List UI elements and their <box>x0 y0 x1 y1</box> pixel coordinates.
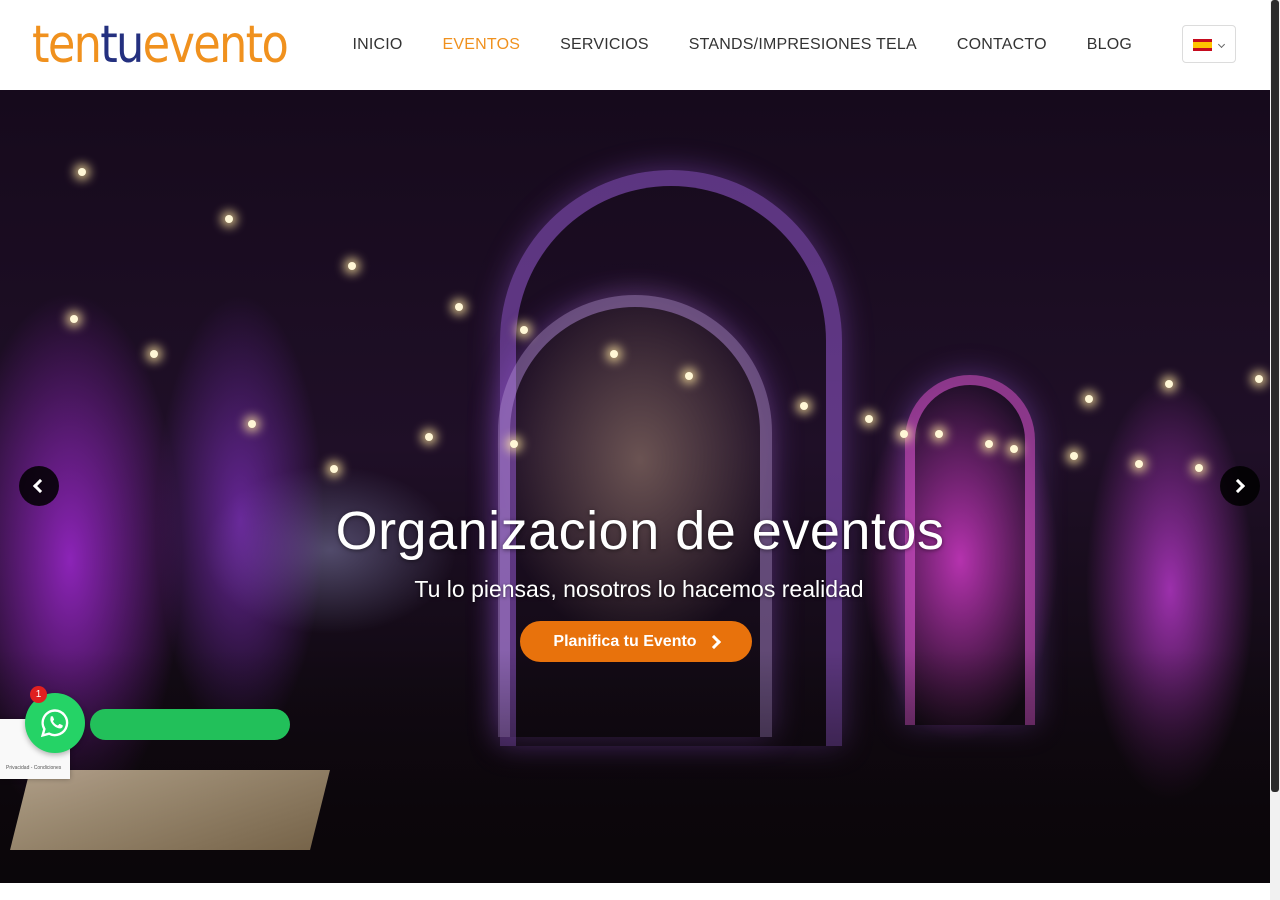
hero-background-table <box>10 770 330 850</box>
light-bulb <box>248 420 256 428</box>
nav-item-eventos[interactable]: EVENTOS <box>443 36 521 54</box>
light-bulb <box>1135 460 1143 468</box>
light-bulb <box>610 350 618 358</box>
light-bulb <box>348 262 356 270</box>
notification-badge: 1 <box>30 686 47 703</box>
nav-item-contacto[interactable]: CONTACTO <box>957 36 1047 54</box>
light-bulb <box>150 350 158 358</box>
light-bulb <box>510 440 518 448</box>
nav-item-blog[interactable]: BLOG <box>1087 36 1132 54</box>
hero-slider: Organizacion de eventos Tu lo piensas, n… <box>0 90 1270 883</box>
light-bulb <box>985 440 993 448</box>
light-bulb <box>520 326 528 334</box>
light-bulb <box>1010 445 1018 453</box>
light-bulb <box>78 168 86 176</box>
page-scrollbar-thumb[interactable] <box>1271 0 1279 792</box>
light-bulb <box>1195 464 1203 472</box>
nav-item-stands[interactable]: STANDS/IMPRESIONES TELA <box>689 36 917 54</box>
site-header: tentuevento INICIO EVENTOS SERVICIOS STA… <box>0 0 1270 90</box>
light-bulb <box>1070 452 1078 460</box>
light-bulb <box>800 402 808 410</box>
light-bulb <box>425 433 433 441</box>
chevron-right-icon <box>1230 478 1246 494</box>
light-bulb <box>1085 395 1093 403</box>
light-bulb <box>1165 380 1173 388</box>
slider-prev-button[interactable] <box>19 466 59 506</box>
language-selector[interactable] <box>1182 25 1236 63</box>
light-bulb <box>900 430 908 438</box>
nav-item-inicio[interactable]: INICIO <box>352 36 402 54</box>
light-bulb <box>1255 375 1263 383</box>
light-bulb <box>225 215 233 223</box>
light-bulb <box>70 315 78 323</box>
whatsapp-icon <box>40 709 69 738</box>
chevron-left-icon <box>32 478 48 494</box>
hero-title: Organizacion de eventos <box>335 501 945 561</box>
light-bulb <box>330 465 338 473</box>
main-nav: INICIO EVENTOS SERVICIOS STANDS/IMPRESIO… <box>312 0 1132 90</box>
logo[interactable]: tentuevento <box>32 8 289 78</box>
plan-event-label: Planifica tu Evento <box>553 632 697 650</box>
light-bulb <box>685 372 693 380</box>
recaptcha-text: Privacidad - Condiciones <box>6 765 62 771</box>
light-bulb <box>455 303 463 311</box>
chevron-right-icon <box>706 634 721 649</box>
light-bulb <box>935 430 943 438</box>
chevron-down-icon <box>1217 40 1226 49</box>
light-bulb <box>865 415 873 423</box>
spain-flag-icon <box>1193 39 1212 51</box>
nav-item-servicios[interactable]: SERVICIOS <box>560 36 649 54</box>
hero-subtitle: Tu lo piensas, nosotros lo hacemos reali… <box>414 576 864 602</box>
slider-next-button[interactable] <box>1220 466 1260 506</box>
plan-event-button[interactable]: Planifica tu Evento <box>520 621 752 662</box>
whatsapp-message-bar[interactable] <box>90 709 290 740</box>
